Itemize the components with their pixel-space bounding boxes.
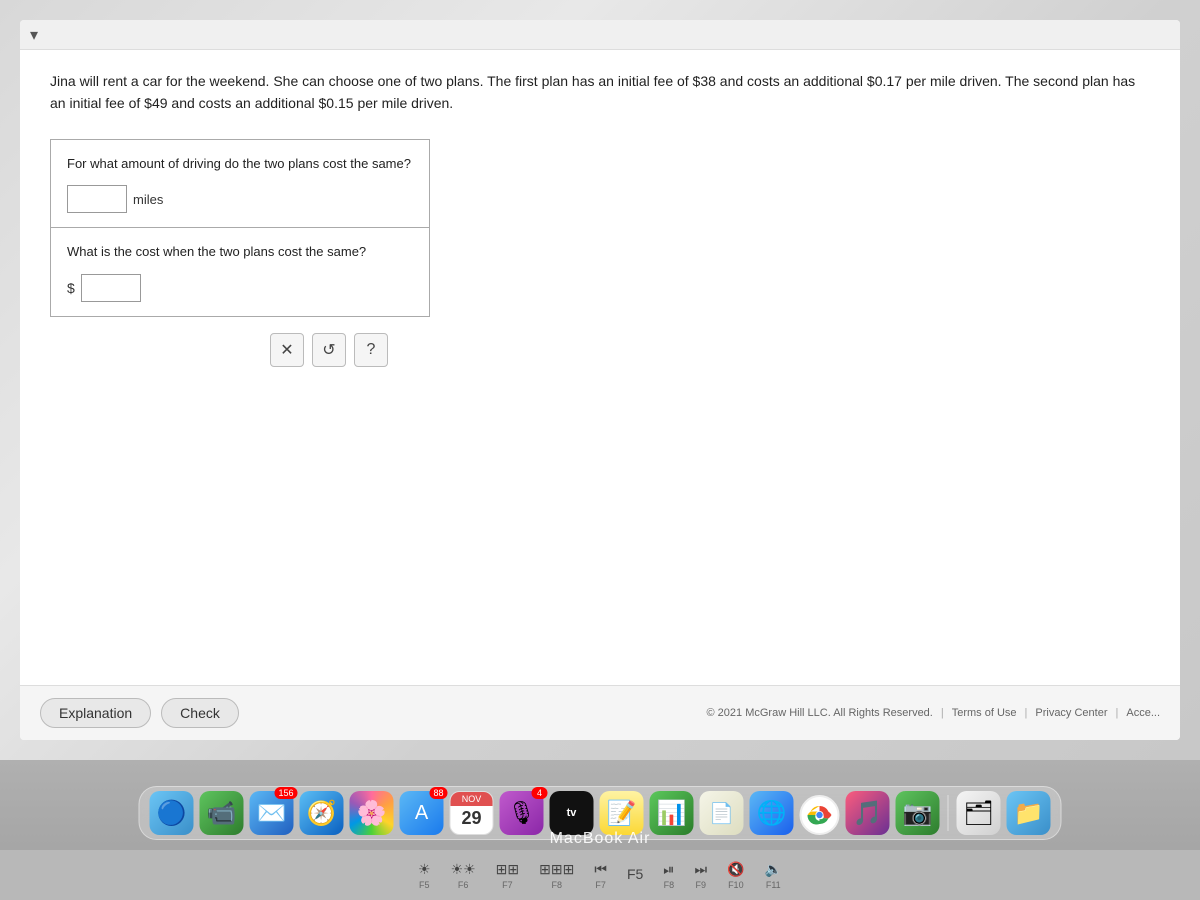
bottom-bar: Explanation Check © 2021 McGraw Hill LLC… [20,685,1180,740]
question1-box: For what amount of driving do the two pl… [50,139,430,229]
privacy-link[interactable]: Privacy Center [1035,707,1107,719]
undo-button[interactable]: ↺ [312,333,346,367]
dock-podcasts-icon[interactable]: 🎙 4 [500,791,544,835]
help-button[interactable]: ? [354,333,388,367]
appstore-badge: 88 [429,787,447,799]
dock-appstore-icon[interactable]: A 88 [400,791,444,835]
chevron-down-icon[interactable]: ▾ [30,25,38,45]
dock-finder-icon[interactable]: 🔵 [150,791,194,835]
dock-translate-icon[interactable]: 🌐 [750,791,794,835]
cost-input[interactable] [81,274,141,302]
dock-separator [948,795,949,831]
dock-mail-icon[interactable]: ✉️ 156 [250,791,294,835]
dock-calendar-icon[interactable]: NOV 29 [450,791,494,835]
macbook-label: MacBook Air [550,830,651,848]
dock-safari-icon[interactable]: 🧭 [300,791,344,835]
podcasts-badge: 4 [532,787,548,799]
main-content: Jina will rent a car for the weekend. Sh… [20,50,1180,685]
close-button[interactable]: ✕ [270,333,304,367]
dock-numbers-icon[interactable]: 📊 [650,791,694,835]
dock-facetime-icon[interactable]: 📹 [200,791,244,835]
copyright-area: © 2021 McGraw Hill LLC. All Rights Reser… [707,707,1161,719]
question1-label: For what amount of driving do the two pl… [67,154,413,174]
copyright-text: © 2021 McGraw Hill LLC. All Rights Reser… [707,707,933,719]
key-brightness-down[interactable]: ☀ F5 [418,861,431,890]
top-bar: ▾ [20,20,1180,50]
content-area: ▾ Jina will rent a car for the weekend. … [20,20,1180,740]
calendar-month: NOV [451,792,493,806]
dock-files-icon[interactable]: 🗂 [957,791,1001,835]
explanation-button[interactable]: Explanation [40,698,151,728]
question2-answer-row: $ [67,274,413,302]
dock-facetime2-icon[interactable]: 📷 [896,791,940,835]
dock-music-icon[interactable]: 🎵 [846,791,890,835]
mail-badge: 156 [274,787,297,799]
key-volume-down[interactable]: 🔈 F11 [765,861,782,890]
bottom-left: Explanation Check [40,698,239,728]
keyboard-row: ☀ F5 ☀☀ F6 ⊞⊞ F7 ⊞⊞⊞ F8 ⏮ F7 F5 ⏯ F8 ⏭ F… [0,850,1200,900]
dock-finder2-icon[interactable]: 📁 [1007,791,1051,835]
acce-link[interactable]: Acce... [1126,707,1160,719]
dock-appletv-icon[interactable]: tv [550,791,594,835]
dollar-prefix: $ [67,280,75,296]
key-rewind[interactable]: ⏮ F7 [594,861,607,890]
question2-label: What is the cost when the two plans cost… [67,242,413,262]
dock-photos-icon[interactable]: 🌸 [350,791,394,835]
dock-notes-icon[interactable]: 📝 [600,791,644,835]
dock-textedit-icon[interactable]: 📄 [700,791,744,835]
calendar-day: 29 [461,808,481,829]
key-f57[interactable]: F5 [627,866,643,884]
dock-chrome-icon[interactable] [800,795,840,835]
action-buttons: ✕ ↺ ? [270,333,1150,367]
terms-link[interactable]: Terms of Use [952,707,1017,719]
key-f8[interactable]: ⊞⊞⊞ F8 [539,861,574,890]
key-brightness-up[interactable]: ☀☀ F6 [451,861,476,890]
key-fast-forward[interactable]: ⏭ F9 [695,861,708,890]
check-button[interactable]: Check [161,698,239,728]
question2-box: What is the cost when the two plans cost… [50,228,430,317]
question1-answer-row: miles [67,185,413,213]
key-mute[interactable]: 🔇 F10 [727,861,744,890]
problem-text: Jina will rent a car for the weekend. Sh… [50,70,1150,115]
miles-label: miles [133,192,163,207]
miles-input[interactable] [67,185,127,213]
screen: ▾ Jina will rent a car for the weekend. … [0,0,1200,760]
key-f7[interactable]: ⊞⊞ F7 [496,861,519,890]
key-play-pause[interactable]: ⏯ F8 [663,861,674,890]
